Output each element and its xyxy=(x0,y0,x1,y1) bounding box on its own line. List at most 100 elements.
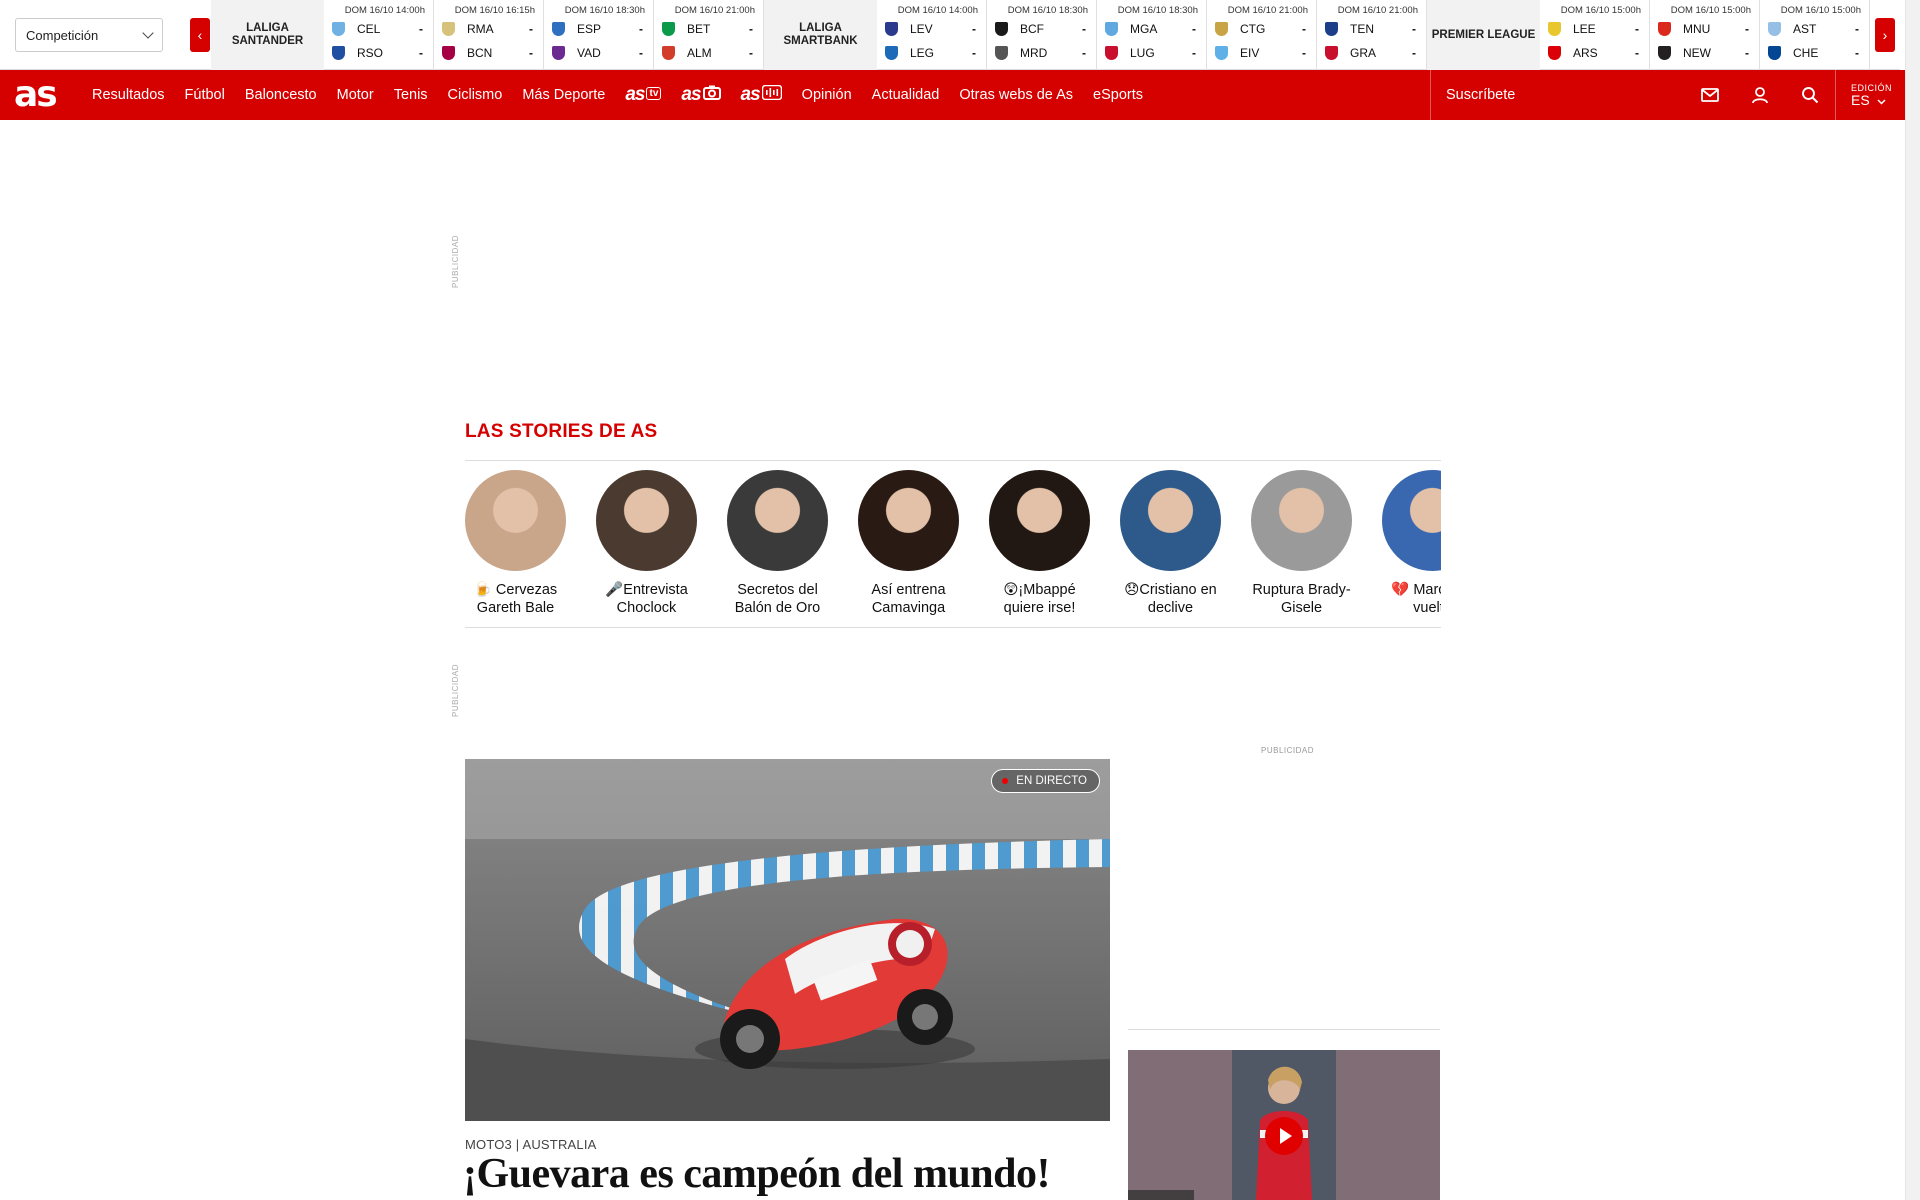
story-item[interactable]: Ruptura Brady-Gisele xyxy=(1251,469,1382,619)
match-time: DOM 16/10 21:00h xyxy=(1337,5,1418,16)
nav-item-baloncesto[interactable]: Baloncesto xyxy=(245,87,317,103)
scrollbar[interactable] xyxy=(1905,0,1920,1200)
nav-item-esports[interactable]: eSports xyxy=(1093,87,1143,103)
nav-item-as-photo[interactable]: as xyxy=(681,84,721,106)
nav-item-mas-deporte[interactable]: Más Deporte xyxy=(522,87,605,103)
league-label[interactable]: PREMIER LEAGUE xyxy=(1427,0,1540,70)
match-card[interactable]: DOM 16/10 21:00h CTG - EIV - xyxy=(1207,0,1317,70)
team-score: - xyxy=(1192,46,1196,60)
team-code: NEW xyxy=(1683,46,1711,60)
nav-item-resultados[interactable]: Resultados xyxy=(92,87,165,103)
nav-item-motor[interactable]: Motor xyxy=(337,87,374,103)
story-item[interactable]: Secretos del Balón de Oro xyxy=(727,469,858,619)
team-code: MRD xyxy=(1020,46,1048,60)
main-headline[interactable]: ¡Guevara es campeón del mundo! xyxy=(463,1150,1051,1198)
mail-icon[interactable] xyxy=(1685,70,1735,120)
team-crest-icon xyxy=(1548,22,1561,36)
story-item[interactable]: 😞Cristiano en declive xyxy=(1120,469,1251,619)
match-card[interactable]: DOM 16/10 21:00h BET - ALM - xyxy=(654,0,764,70)
match-time: DOM 16/10 16:15h xyxy=(454,5,535,16)
match-time: DOM 16/10 18:30h xyxy=(1117,5,1198,16)
home-team: BCF - xyxy=(995,20,1086,38)
divider xyxy=(1128,1029,1440,1030)
team-crest-icon xyxy=(1548,46,1561,60)
nav-item-as-audio[interactable]: as xyxy=(741,84,782,106)
subscribe-button[interactable]: Suscríbete xyxy=(1430,70,1685,120)
match-card[interactable]: DOM 16/10 18:30h ESP - VAD - xyxy=(544,0,654,70)
team-crest-icon xyxy=(995,22,1008,36)
story-thumbnail xyxy=(727,470,828,571)
team-code: LEE xyxy=(1573,22,1596,36)
team-score: - xyxy=(529,46,533,60)
scores-next-button[interactable]: › xyxy=(1875,18,1895,52)
competition-select[interactable]: Competición xyxy=(15,18,163,52)
match-card[interactable]: DOM 16/10 14:00h LEV - LEG - xyxy=(877,0,987,70)
team-crest-icon xyxy=(332,22,345,36)
match-card[interactable]: DOM 16/10 14:00h CEL - RSO - xyxy=(324,0,434,70)
team-score: - xyxy=(749,46,753,60)
play-icon[interactable] xyxy=(1265,1117,1303,1155)
scores-prev-button[interactable]: ‹ xyxy=(190,18,210,52)
team-code: LEG xyxy=(910,46,935,60)
team-crest-icon xyxy=(1658,46,1671,60)
home-team: RMA - xyxy=(442,20,533,38)
away-team: VAD - xyxy=(552,44,643,62)
main-story-image[interactable]: EN DIRECTO xyxy=(465,759,1110,1121)
story-thumbnail xyxy=(465,470,566,571)
team-score: - xyxy=(419,22,423,36)
story-caption: 💔 Marco ha vuelto xyxy=(1391,582,1441,616)
nav-item-actualidad[interactable]: Actualidad xyxy=(872,87,940,103)
match-card[interactable]: DOM 16/10 18:30h MGA - LUG - xyxy=(1097,0,1207,70)
as-audio-logo: as xyxy=(740,84,761,105)
nav-item-futbol[interactable]: Fútbol xyxy=(185,87,225,103)
story-item[interactable]: Así entrena Camavinga xyxy=(858,469,989,619)
match-card[interactable]: DOM 16/10 18:30h BCF - MRD - xyxy=(987,0,1097,70)
team-score: - xyxy=(1412,22,1416,36)
team-crest-icon xyxy=(1658,22,1671,36)
edition-selector[interactable]: EDICIÓN ES xyxy=(1835,70,1905,120)
scores-track: LALIGA SANTANDER DOM 16/10 14:00h CEL - RSO -… xyxy=(211,0,1874,70)
match-card[interactable]: DOM 16/10 16:15h RMA - BCN - xyxy=(434,0,544,70)
team-crest-icon xyxy=(662,46,675,60)
team-score: - xyxy=(1635,46,1639,60)
league-label[interactable]: LALIGA SMARTBANK xyxy=(764,0,877,70)
story-item[interactable]: 💔 Marco ha vuelto xyxy=(1382,469,1441,619)
match-card[interactable]: DOM 16/10 15:00h LEE - ARS - xyxy=(1540,0,1650,70)
team-crest-icon xyxy=(1325,22,1338,36)
story-thumbnail xyxy=(858,470,959,571)
nav-item-as-tv[interactable]: as tv xyxy=(625,84,662,106)
nav-item-ciclismo[interactable]: Ciclismo xyxy=(448,87,503,103)
team-code: AST xyxy=(1793,22,1817,36)
nav-item-otras-webs[interactable]: Otras webs de As xyxy=(959,87,1073,103)
as-tv-logo: as xyxy=(625,84,645,105)
story-item[interactable]: 😲¡Mbappé quiere irse! xyxy=(989,469,1120,619)
team-score: - xyxy=(639,46,643,60)
team-code: CEL xyxy=(357,22,381,36)
subscribe-label: Suscríbete xyxy=(1446,87,1516,103)
team-code: ESP xyxy=(577,22,602,36)
story-caption: 🎤Entrevista Choclock xyxy=(605,582,688,616)
match-card[interactable]: DOM 16/10 21:00h TEN - GRA - xyxy=(1317,0,1427,70)
story-item[interactable]: 🎤Entrevista Choclock xyxy=(596,469,727,619)
nav-items: Resultados Fútbol Baloncesto Motor Tenis… xyxy=(82,70,1153,120)
league-label[interactable]: LALIGA SANTANDER xyxy=(211,0,324,70)
match-card[interactable]: DOM 16/10 15:00h AST - CHE - xyxy=(1760,0,1870,70)
story-thumbnail xyxy=(989,470,1090,571)
nav-item-tenis[interactable]: Tenis xyxy=(394,87,428,103)
video-thumbnail[interactable] xyxy=(1128,1050,1440,1200)
team-score: - xyxy=(1302,46,1306,60)
as-logo[interactable]: as xyxy=(14,74,58,115)
team-score: - xyxy=(749,22,753,36)
team-crest-icon xyxy=(1215,46,1228,60)
home-team: LEV - xyxy=(885,20,976,38)
team-score: - xyxy=(1082,22,1086,36)
nav-item-opinion[interactable]: Opinión xyxy=(802,87,852,103)
search-icon[interactable] xyxy=(1785,70,1835,120)
user-icon[interactable] xyxy=(1735,70,1785,120)
story-item[interactable]: 🍺 Cervezas Gareth Bale xyxy=(465,469,596,619)
match-time: DOM 16/10 15:00h xyxy=(1670,5,1751,16)
team-crest-icon xyxy=(885,46,898,60)
team-crest-icon xyxy=(662,22,675,36)
team-code: BCF xyxy=(1020,22,1044,36)
match-card[interactable]: DOM 16/10 15:00h MNU - NEW - xyxy=(1650,0,1760,70)
